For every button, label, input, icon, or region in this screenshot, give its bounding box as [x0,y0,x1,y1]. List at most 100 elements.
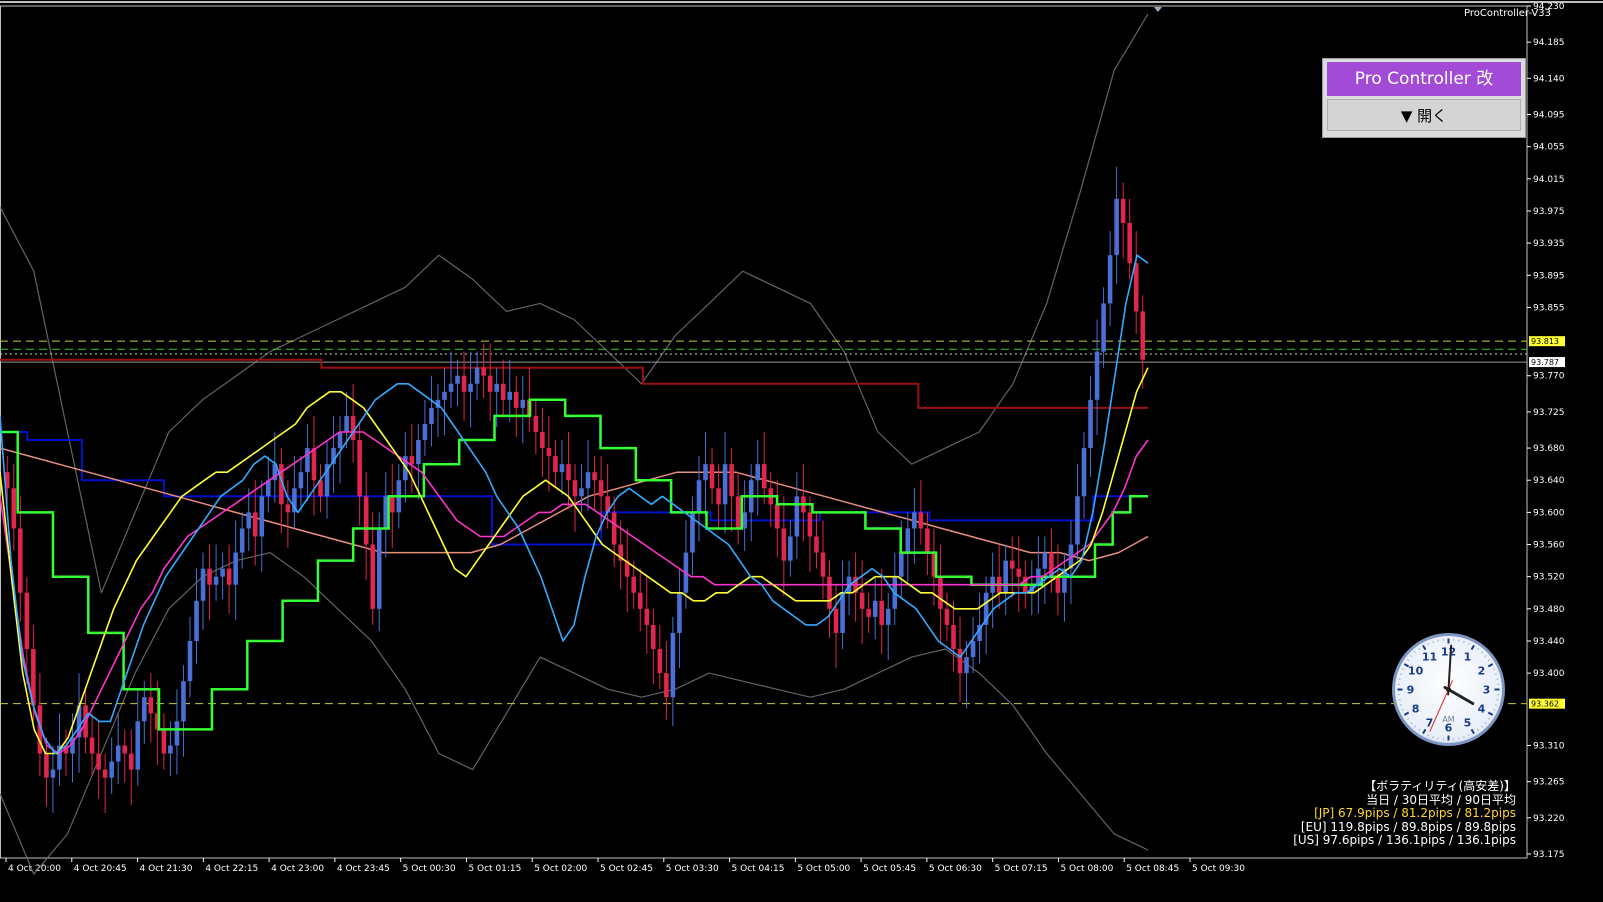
y-tick-label: 93.265 [1533,778,1565,788]
candle-body [468,383,473,392]
x-tick-label: 5 Oct 01:15 [468,864,521,874]
candle-body [964,657,969,674]
clock-numeral: 5 [1464,716,1472,729]
candle-body [631,576,637,593]
y-tick-label: 93.725 [1533,408,1565,418]
volatility-jp: [JP] 67.9pips / 81.2pips / 81.2pips [1314,806,1516,821]
candle-body [1042,552,1048,569]
candle-body [442,391,447,400]
x-tick-label: 5 Oct 09:30 [1192,864,1245,874]
candle-body [50,769,56,778]
candle-body [709,464,715,489]
clock-numeral: 2 [1478,665,1486,678]
candle-body [474,367,480,384]
candle-body [487,375,493,392]
step-line-red [0,358,1148,409]
candle-body [18,528,23,593]
candle-body [644,608,650,625]
clock-numeral: 3 [1483,684,1491,697]
clock-numeral: 11 [1422,651,1437,664]
candle-body [585,472,591,489]
candle-body [657,649,663,674]
candle-body [220,568,225,577]
candle-body [899,552,904,577]
clock-numeral: 12 [1441,646,1456,659]
candle-body [579,488,584,497]
candle-body [455,375,460,384]
y-tick-label: 93.440 [1533,637,1565,647]
candle-body [1075,496,1080,545]
y-tick-label: 93.175 [1533,850,1565,860]
ea-title: ProController-V33 [1463,8,1551,19]
candle-body [885,608,891,625]
candle-body [213,576,219,585]
candle-body [89,737,95,754]
y-tick-label: 94.095 [1533,111,1565,121]
y-tick-label: 93.520 [1533,573,1565,583]
y-tick-label: 93.310 [1533,741,1565,751]
candle-body [957,649,963,674]
candle-body [363,496,369,545]
candle-body [500,383,506,400]
candle-body [546,448,552,457]
candle-body [553,456,558,473]
candle-body [1127,223,1132,264]
x-tick-label: 5 Oct 07:15 [995,864,1048,874]
candle-body [109,761,114,778]
candle-body [696,480,702,513]
clock-numeral: 8 [1412,703,1420,716]
candle-body [181,681,186,722]
candle-body [115,745,121,762]
candle-body [912,512,917,529]
x-tick-label: 4 Oct 23:45 [337,864,390,874]
candle-body [448,383,454,392]
candle-body [794,496,800,537]
price-tag-label: 93.362 [1531,700,1559,709]
y-tick-label: 94.185 [1533,38,1565,48]
x-tick-label: 5 Oct 02:00 [534,864,587,874]
price-tag-label: 93.787 [1531,358,1559,367]
candle-body [233,552,238,585]
candle-body [174,721,180,746]
y-tick-label: 93.220 [1533,814,1565,824]
candle-body [305,448,310,473]
candle-body [1003,560,1008,593]
candle-body [148,697,154,714]
candle-body [742,512,747,529]
candle-body [598,480,604,497]
volatility-subtitle: 当日 / 30日平均 / 90日平均 [1366,792,1516,807]
candle-body [814,536,819,553]
pro-controller-header-button[interactable]: Pro Controller 改 [1327,62,1521,96]
candle-body [285,504,291,513]
clock-numeral: 9 [1407,684,1415,697]
candle-body [11,488,17,529]
candle-body [416,440,421,465]
candle-body [194,600,199,641]
volatility-title: 【ボラティリティ(高安差)】 [1364,779,1516,793]
candle-body [1094,351,1100,400]
band-upper [0,13,1149,594]
candle-body [703,464,708,481]
ema-slow [0,431,1149,755]
candle-body [168,745,173,754]
clock-am-label: AM [1442,715,1454,724]
candle-body [1140,311,1146,360]
candle-body [481,367,486,376]
clock-numeral: 1 [1464,651,1472,664]
y-tick-label: 93.680 [1533,444,1565,454]
candle-body [200,568,206,601]
candle-body [494,383,499,392]
candle-body [664,673,669,698]
candle-body [827,576,832,609]
x-tick-label: 5 Oct 08:00 [1060,864,1113,874]
candle-body [775,504,780,529]
y-tick-label: 94.055 [1533,143,1565,153]
candle-body [670,632,676,698]
candle-body [1120,198,1126,224]
candle-body [44,753,49,778]
candle-body [357,440,362,497]
clock-numeral: 4 [1478,703,1486,716]
candle-body [1081,448,1087,497]
open-button[interactable]: ▼ 開く [1327,99,1521,131]
candle-body [96,753,101,770]
